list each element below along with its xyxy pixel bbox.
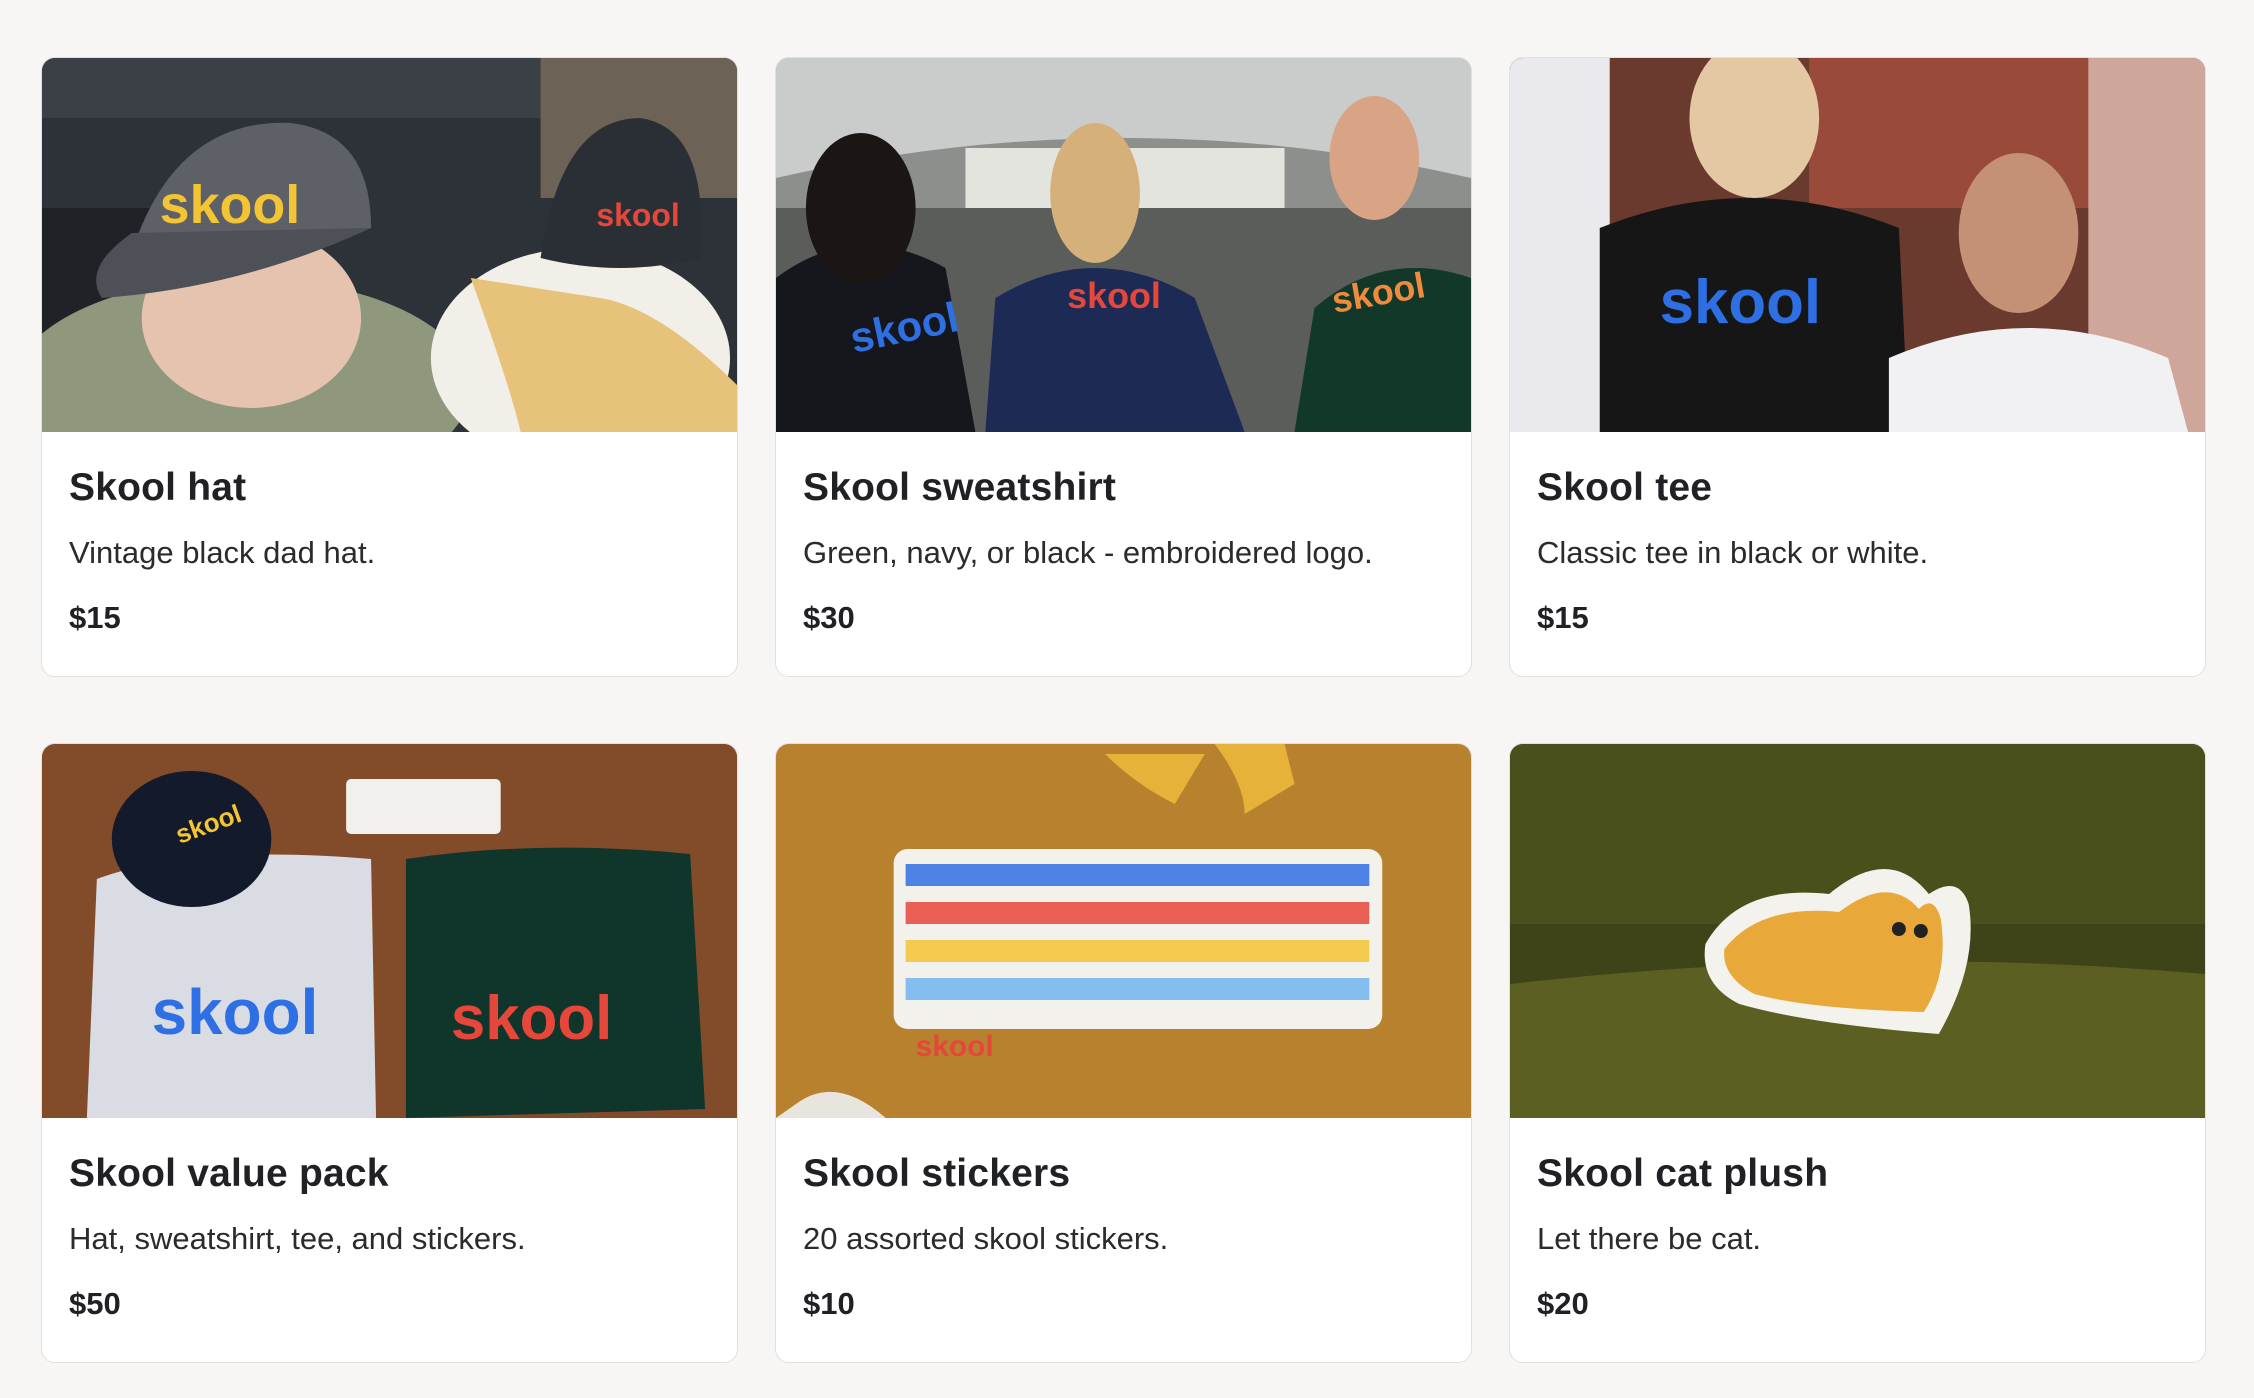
svg-text:skool: skool <box>160 175 301 235</box>
product-card-tee[interactable]: skool Skool tee Classic tee in black or … <box>1509 57 2206 677</box>
product-price: $50 <box>69 1286 121 1322</box>
product-price: $30 <box>803 600 855 636</box>
product-card-value-pack[interactable]: skool skool skool Skool value pack Hat, … <box>41 743 738 1363</box>
product-card-stickers[interactable]: skool Skool stickers 20 assorted skool s… <box>775 743 1472 1363</box>
product-title[interactable]: Skool cat plush <box>1537 1154 2178 1193</box>
svg-text:skool: skool <box>916 1030 994 1063</box>
product-description: Green, navy, or black - embroidered logo… <box>803 535 1373 570</box>
stickers-photo-icon[interactable]: skool <box>776 744 1471 1118</box>
product-description: Let there be cat. <box>1537 1221 1762 1256</box>
product-grid: skool skool Skool hat Vintage black dad … <box>41 57 2206 1363</box>
sweatshirt-photo-icon[interactable]: skool skool skool <box>776 58 1471 432</box>
product-title[interactable]: Skool hat <box>69 468 710 507</box>
product-description: Vintage black dad hat. <box>69 535 376 570</box>
product-title[interactable]: Skool sweatshirt <box>803 468 1444 507</box>
product-description: Classic tee in black or white. <box>1537 535 1929 570</box>
product-price: $15 <box>69 600 121 636</box>
product-title[interactable]: Skool value pack <box>69 1154 710 1193</box>
product-description: 20 assorted skool stickers. <box>803 1221 1169 1256</box>
product-card-hat[interactable]: skool skool Skool hat Vintage black dad … <box>41 57 738 677</box>
cat-plush-photo-icon[interactable] <box>1510 744 2205 1118</box>
product-price: $15 <box>1537 600 1589 636</box>
svg-text:skool: skool <box>451 984 612 1053</box>
product-info: Skool sweatshirt Green, navy, or black -… <box>776 432 1471 635</box>
product-price: $10 <box>803 1286 855 1322</box>
product-price: $20 <box>1537 1286 1589 1322</box>
product-card-cat-plush[interactable]: Skool cat plush Let there be cat. $20 <box>1509 743 2206 1363</box>
svg-text:skool: skool <box>596 197 679 233</box>
product-info: Skool stickers 20 assorted skool sticker… <box>776 1118 1471 1321</box>
svg-text:skool: skool <box>152 976 319 1048</box>
product-card-sweatshirt[interactable]: skool skool skool Skool sweatshirt Green… <box>775 57 1472 677</box>
product-title[interactable]: Skool stickers <box>803 1154 1444 1193</box>
product-title[interactable]: Skool tee <box>1537 468 2178 507</box>
svg-text:skool: skool <box>1660 268 1821 337</box>
hat-photo-icon[interactable]: skool skool <box>42 58 737 432</box>
product-info: Skool cat plush Let there be cat. $20 <box>1510 1118 2205 1321</box>
product-info: Skool hat Vintage black dad hat. $15 <box>42 432 737 635</box>
svg-text:skool: skool <box>1067 275 1161 316</box>
product-info: Skool tee Classic tee in black or white.… <box>1510 432 2205 635</box>
product-info: Skool value pack Hat, sweatshirt, tee, a… <box>42 1118 737 1321</box>
product-description: Hat, sweatshirt, tee, and stickers. <box>69 1221 526 1256</box>
tee-photo-icon[interactable]: skool <box>1510 58 2205 432</box>
value-pack-photo-icon[interactable]: skool skool skool <box>42 744 737 1118</box>
